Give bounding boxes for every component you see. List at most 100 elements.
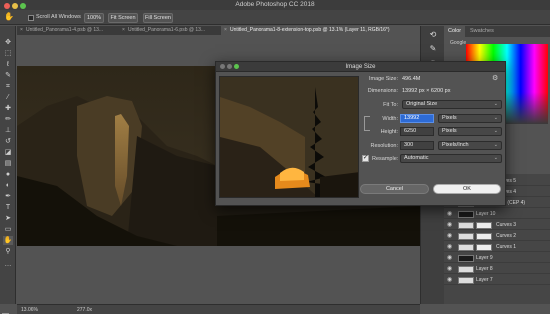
clone-stamp-tool-icon[interactable]: ⊥ (3, 126, 13, 135)
image-size-value: 496.4M (402, 76, 421, 82)
chevron-down-icon: ⌄ (493, 142, 498, 148)
layer-mask-thumbnail (476, 221, 492, 229)
layer-row[interactable]: ◉ Curves 3 (444, 220, 550, 230)
hand-tool-icon: ✋ (4, 12, 14, 21)
blur-tool-icon[interactable]: ● (3, 170, 13, 179)
zoom-100-button[interactable]: 100% (84, 12, 104, 23)
tab-panorama-4[interactable]: × Untitled_Panorama1-4.psb @ 13... (17, 26, 117, 35)
width-label: Width: (382, 116, 398, 122)
layer-name: Curves 2 (496, 233, 517, 239)
healing-brush-tool-icon[interactable]: ✚ (3, 104, 13, 113)
rectangle-tool-icon[interactable]: ▭ (3, 225, 13, 234)
visibility-eye-icon[interactable]: ◉ (447, 222, 452, 228)
layer-thumbnail (458, 210, 474, 218)
fill-screen-button[interactable]: Fill Screen (143, 12, 173, 23)
dimensions-label: Dimensions: (367, 88, 398, 94)
document-tabs: × Untitled_Panorama1-4.psb @ 13... × Untit… (17, 26, 417, 35)
more-tools-icon[interactable]: … (3, 260, 13, 269)
visibility-eye-icon[interactable]: ◉ (447, 211, 452, 217)
fit-to-label: Fit To: (383, 102, 398, 108)
layer-name: Layer 7 (476, 277, 493, 283)
image-size-label: Image Size: (368, 76, 398, 82)
marquee-tool-icon[interactable]: ⬚ (3, 49, 13, 58)
fit-to-select[interactable]: Original Size ⌄ (402, 100, 502, 109)
visibility-eye-icon[interactable]: ◉ (447, 277, 452, 283)
resolution-unit-select[interactable]: Pixels/Inch ⌄ (438, 141, 502, 150)
resolution-label: Resolution: (370, 143, 398, 149)
width-input[interactable]: 13992 (400, 114, 434, 123)
quick-select-tool-icon[interactable]: ✎ (3, 71, 13, 80)
layer-name: Layer 10 (476, 211, 496, 217)
close-icon[interactable]: × (224, 26, 227, 35)
visibility-eye-icon[interactable]: ◉ (447, 255, 452, 261)
layer-mask-thumbnail (476, 232, 492, 240)
brush-tool-icon[interactable]: ✏ (3, 115, 13, 124)
layer-thumbnail (458, 254, 474, 262)
visibility-eye-icon[interactable]: ◉ (447, 244, 452, 250)
dodge-tool-icon[interactable]: ◐ (3, 181, 13, 190)
layer-thumbnail (458, 221, 474, 229)
layer-name: Curves 1 (496, 244, 517, 250)
layer-thumbnail (458, 232, 474, 240)
app-title: Adobe Photoshop CC 2018 (235, 1, 315, 8)
tab-panorama-6[interactable]: × Untitled_Panorama1-6.psb @ 13... (119, 26, 219, 35)
gradient-tool-icon[interactable]: ▤ (3, 159, 13, 168)
image-preview[interactable] (219, 76, 359, 198)
width-unit-select[interactable]: Pixels ⌄ (438, 114, 502, 123)
height-unit-select[interactable]: Pixels ⌄ (438, 127, 502, 136)
close-icon[interactable]: × (20, 26, 23, 35)
path-selection-tool-icon[interactable]: ➤ (3, 214, 13, 223)
status-bar: 13.06% 277.0x (17, 304, 420, 314)
pen-tool-icon[interactable]: ✒ (3, 192, 13, 201)
chevron-down-icon: ⌄ (493, 115, 498, 121)
hand-tool-icon[interactable]: ✋ (3, 236, 13, 245)
layer-row[interactable]: ◉ Curves 1 (444, 242, 550, 252)
tab-swatches[interactable]: Swatches (466, 26, 498, 37)
fit-screen-button[interactable]: Fit Screen (108, 12, 138, 23)
resample-label: Resample: (372, 156, 399, 162)
layer-row[interactable]: ◉ Curves 2 (444, 231, 550, 241)
brush-settings-icon[interactable]: ✎ (428, 44, 438, 54)
layer-row[interactable]: ◉ Layer 9 (444, 253, 550, 263)
layer-thumbnail (458, 265, 474, 273)
zoom-tool-icon[interactable]: ⚲ (3, 247, 13, 256)
tab-color[interactable]: Color (444, 26, 466, 37)
layer-thumbnail (458, 276, 474, 284)
visibility-eye-icon[interactable]: ◉ (447, 233, 452, 239)
visibility-eye-icon[interactable]: ◉ (447, 266, 452, 272)
document-info: 277.0x (77, 307, 93, 313)
dialog-title-bar: Image Size (216, 62, 505, 72)
ok-button[interactable]: OK (433, 184, 501, 194)
cancel-button[interactable]: Cancel (360, 184, 429, 194)
layer-name: Curves 3 (496, 222, 517, 228)
history-brush-tool-icon[interactable]: ↺ (3, 137, 13, 146)
resample-checkbox[interactable]: ✓ (362, 155, 369, 162)
gear-icon[interactable]: ⚙ (492, 74, 498, 82)
type-tool-icon[interactable]: T (3, 203, 13, 212)
eraser-tool-icon[interactable]: ◪ (3, 148, 13, 157)
zoom-level[interactable]: 13.06% (21, 307, 38, 313)
close-icon[interactable]: × (122, 26, 125, 35)
layer-row[interactable]: ◉ Layer 10 (444, 209, 550, 219)
layer-thumbnail (458, 243, 474, 251)
tools-panel: ✥ ⬚ ℓ ✎ ⌗ ⁄ ✚ ✏ ⊥ ↺ ◪ ▤ ● ◐ ✒ T ➤ ▭ ✋ ⚲ … (0, 26, 16, 314)
color-panel-tabs: Color Swatches (444, 26, 550, 37)
chevron-down-icon: ⌄ (493, 101, 498, 107)
layer-row[interactable]: ◉ Layer 8 (444, 264, 550, 274)
move-tool-icon[interactable]: ✥ (3, 38, 13, 47)
history-icon[interactable]: ⟲ (428, 30, 438, 40)
crop-tool-icon[interactable]: ⌗ (3, 82, 13, 91)
scroll-all-windows-checkbox[interactable] (28, 14, 34, 21)
layer-name: Layer 8 (476, 266, 493, 272)
height-input[interactable]: 6250 (400, 127, 434, 136)
layer-row[interactable]: ◉ Layer 7 (444, 275, 550, 285)
resample-select[interactable]: Automatic ⌄ (400, 154, 502, 163)
eyedropper-tool-icon[interactable]: ⁄ (3, 93, 13, 102)
title-bar: Adobe Photoshop CC 2018 (0, 0, 550, 10)
tab-panorama-8-extension[interactable]: × Untitled_Panorama1-8-extension-top.psb … (221, 26, 417, 35)
resolution-input[interactable]: 300 (400, 141, 434, 150)
layer-name: Layer 9 (476, 255, 493, 261)
height-label: Height: (380, 129, 398, 135)
dialog-title: Image Size (345, 63, 376, 70)
lasso-tool-icon[interactable]: ℓ (3, 60, 13, 69)
